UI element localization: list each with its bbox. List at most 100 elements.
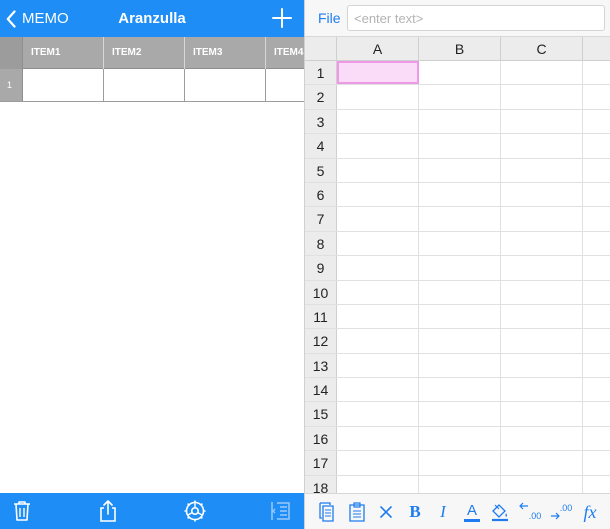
row-header[interactable]: 13 [305, 353, 337, 378]
column-header-a[interactable]: A [337, 37, 419, 61]
grid-cell[interactable] [419, 304, 501, 329]
grid-cell[interactable] [337, 353, 419, 378]
bold-button[interactable]: B [404, 501, 426, 523]
paste-button[interactable] [346, 501, 368, 523]
grid-cell[interactable] [583, 159, 610, 182]
grid-cell[interactable] [501, 280, 583, 304]
grid-cell[interactable] [419, 256, 501, 280]
grid-cell[interactable] [337, 304, 419, 329]
grid-cell[interactable] [583, 85, 610, 108]
grid-cell[interactable] [501, 256, 583, 280]
grid-cell[interactable] [337, 85, 419, 109]
gear-icon[interactable] [183, 499, 207, 523]
trash-icon[interactable] [10, 499, 34, 523]
formula-input[interactable] [347, 5, 605, 31]
grid-cell[interactable] [337, 329, 419, 353]
grid-cell[interactable] [337, 426, 419, 451]
row-header[interactable]: 16 [305, 426, 337, 451]
grid-cell[interactable] [583, 61, 610, 84]
grid-cell[interactable] [337, 158, 419, 182]
grid-cell[interactable] [501, 304, 583, 329]
grid-cell[interactable] [419, 426, 501, 451]
grid-cell[interactable] [337, 402, 419, 426]
grid-cell[interactable] [419, 207, 501, 231]
memo-cell[interactable] [23, 69, 104, 101]
grid-cell[interactable] [419, 134, 501, 158]
grid-cell[interactable] [501, 207, 583, 231]
grid-cell[interactable] [419, 329, 501, 353]
grid-cell[interactable] [583, 281, 610, 304]
row-header[interactable]: 8 [305, 231, 337, 256]
grid-cell[interactable] [583, 427, 610, 450]
grid-cell[interactable] [337, 475, 419, 493]
grid-cell[interactable] [501, 475, 583, 493]
row-header[interactable]: 4 [305, 134, 337, 158]
selected-cell[interactable] [337, 61, 419, 85]
grid-cell[interactable] [419, 475, 501, 493]
grid-cell[interactable] [501, 402, 583, 426]
grid-cell[interactable] [583, 378, 610, 401]
grid-cell[interactable] [501, 61, 583, 85]
row-header[interactable]: 2 [305, 85, 337, 109]
grid-cell[interactable] [583, 183, 610, 206]
grid-cell[interactable] [419, 378, 501, 402]
grid-cell[interactable] [583, 451, 610, 474]
grid-cell[interactable] [583, 305, 610, 328]
grid-cell[interactable] [419, 280, 501, 304]
grid-cell[interactable] [501, 158, 583, 182]
text-color-button[interactable]: A [461, 501, 483, 523]
grid-cell[interactable] [337, 231, 419, 256]
grid-cell[interactable] [501, 426, 583, 451]
grid-cell[interactable] [419, 182, 501, 207]
row-header[interactable]: 18 [305, 475, 337, 493]
memo-cell[interactable] [104, 69, 185, 101]
grid-cell[interactable] [337, 451, 419, 475]
share-icon[interactable] [96, 499, 120, 523]
grid-cell[interactable] [419, 61, 501, 85]
grid-cell[interactable] [337, 207, 419, 231]
grid-cell[interactable] [337, 280, 419, 304]
grid-cell[interactable] [583, 134, 610, 157]
plus-icon[interactable] [272, 8, 292, 28]
grid-cell[interactable] [337, 378, 419, 402]
sidebar-toggle-icon[interactable] [268, 499, 292, 523]
grid-cell[interactable] [501, 134, 583, 158]
grid-cell[interactable] [583, 402, 610, 425]
row-header[interactable]: 10 [305, 280, 337, 304]
memo-column-header[interactable]: ITEM1 [23, 37, 104, 69]
row-header[interactable]: 9 [305, 256, 337, 280]
grid-cell[interactable] [583, 256, 610, 279]
row-header[interactable]: 3 [305, 109, 337, 134]
copy-button[interactable] [317, 501, 339, 523]
row-header[interactable]: 17 [305, 451, 337, 475]
memo-cell[interactable] [185, 69, 266, 101]
grid-cell[interactable] [583, 232, 610, 255]
grid-cell[interactable] [419, 231, 501, 256]
grid-cell[interactable] [583, 329, 610, 352]
grid-cell[interactable] [501, 85, 583, 109]
column-header-c[interactable]: C [501, 37, 583, 61]
grid-cell[interactable] [419, 353, 501, 378]
back-button[interactable]: MEMO [6, 0, 69, 37]
grid-cell[interactable] [337, 109, 419, 134]
grid-cell[interactable] [583, 354, 610, 377]
grid-cell[interactable] [419, 402, 501, 426]
grid-cell[interactable] [501, 329, 583, 353]
grid-cell[interactable] [419, 109, 501, 134]
column-header-b[interactable]: B [419, 37, 501, 61]
row-header[interactable]: 14 [305, 378, 337, 402]
grid-cell[interactable] [501, 451, 583, 475]
decrease-decimal-button[interactable]: .00 [517, 501, 543, 523]
increase-decimal-button[interactable]: .00 [548, 501, 574, 523]
grid-cell[interactable] [583, 110, 610, 133]
row-header[interactable]: 5 [305, 158, 337, 182]
row-header[interactable]: 15 [305, 402, 337, 426]
column-header-d[interactable] [583, 37, 610, 61]
grid-cell[interactable] [501, 109, 583, 134]
grid-cell[interactable] [583, 476, 610, 493]
grid-cell[interactable] [337, 134, 419, 158]
grid-cell[interactable] [501, 182, 583, 207]
grid-corner[interactable] [305, 37, 337, 61]
file-button[interactable]: File [318, 0, 341, 37]
memo-row-index[interactable]: 1 [0, 69, 23, 101]
